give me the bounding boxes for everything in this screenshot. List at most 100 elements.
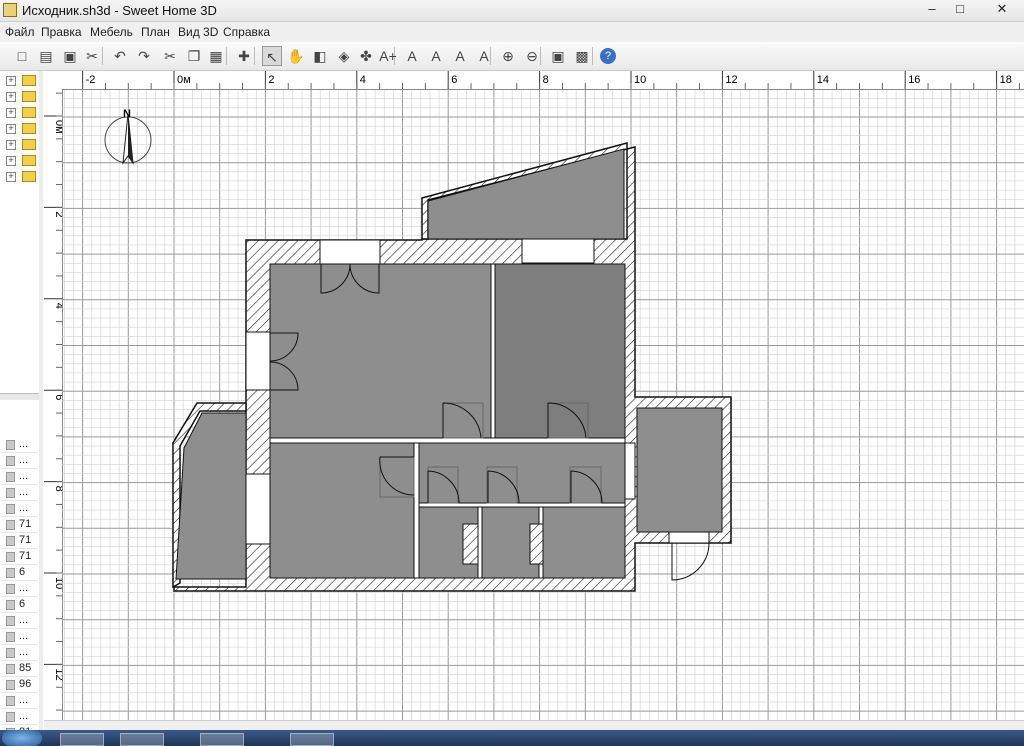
furniture-row[interactable]: ...: [2, 469, 38, 485]
room-annex: [636, 407, 723, 533]
catalog-category[interactable]: +: [2, 153, 38, 169]
furniture-row[interactable]: ...: [2, 581, 38, 597]
help-icon[interactable]: ?: [600, 48, 616, 64]
italic-text-icon[interactable]: A: [474, 46, 494, 66]
window-corridor: [624, 442, 636, 500]
save-icon[interactable]: ▣: [60, 46, 80, 66]
expand-icon[interactable]: +: [6, 76, 16, 86]
room-living: [269, 263, 492, 439]
expand-icon[interactable]: +: [6, 108, 16, 118]
ruler-top-label: 12: [725, 74, 737, 86]
photo-icon[interactable]: ▣: [548, 46, 568, 66]
video-icon[interactable]: ▩: [572, 46, 592, 66]
increase-text-icon[interactable]: A: [402, 46, 422, 66]
furniture-value: 6: [19, 566, 26, 578]
taskbar-item-2[interactable]: [120, 733, 164, 746]
maximize-button[interactable]: □: [946, 0, 974, 18]
furniture-row[interactable]: 6: [2, 597, 38, 613]
furniture-row[interactable]: ...: [2, 485, 38, 501]
folder-icon: [22, 107, 36, 118]
menu-plan[interactable]: План: [141, 25, 170, 39]
furniture-row[interactable]: ...: [2, 693, 38, 709]
window-left-living: [245, 331, 271, 391]
furniture-row[interactable]: ...: [2, 629, 38, 645]
catalog-category[interactable]: +: [2, 89, 38, 105]
paste-icon[interactable]: ▦: [206, 46, 226, 66]
menu-edit[interactable]: Правка: [41, 25, 82, 39]
select-icon[interactable]: ↖: [262, 46, 282, 66]
catalog-category[interactable]: +: [2, 105, 38, 121]
furniture-row[interactable]: ...: [2, 613, 38, 629]
catalog-category[interactable]: +: [2, 121, 38, 137]
ruler-left-label: 10: [53, 577, 62, 589]
new-icon[interactable]: □: [12, 46, 32, 66]
pan-icon[interactable]: ✋: [286, 46, 306, 66]
furniture-row[interactable]: 96: [2, 677, 38, 693]
expand-icon[interactable]: +: [6, 124, 16, 134]
cut-icon[interactable]: ✂: [160, 46, 180, 66]
taskbar-item-4[interactable]: [290, 733, 334, 746]
expand-icon[interactable]: +: [6, 156, 16, 166]
create-rooms-icon[interactable]: ◈: [334, 46, 354, 66]
redo-icon[interactable]: ↷: [134, 46, 154, 66]
ruler-top-label: 18: [1000, 74, 1012, 86]
ruler-top-label: 2: [268, 74, 274, 86]
taskbar-item-3[interactable]: [200, 733, 244, 746]
menu-3d-view[interactable]: Вид 3D: [178, 25, 218, 39]
furniture-row[interactable]: 85: [2, 661, 38, 677]
furniture-row[interactable]: 6: [2, 565, 38, 581]
preferences-icon[interactable]: ✂: [82, 46, 102, 66]
furniture-row[interactable]: 71: [2, 533, 38, 549]
taskbar-item-1[interactable]: [60, 733, 104, 746]
expand-icon[interactable]: +: [6, 92, 16, 102]
create-walls-icon[interactable]: ◧: [310, 46, 330, 66]
furniture-row[interactable]: ...: [2, 437, 38, 453]
bold-text-icon[interactable]: A: [450, 46, 470, 66]
add-furniture-icon[interactable]: ✚: [234, 46, 254, 66]
furniture-row[interactable]: ...: [2, 645, 38, 661]
vertical-splitter[interactable]: [39, 71, 43, 730]
furniture-value: ...: [19, 694, 29, 706]
create-dimensions-icon[interactable]: ✤: [356, 46, 376, 66]
menu-file[interactable]: Файл: [5, 25, 35, 39]
add-text-icon[interactable]: A+: [378, 46, 398, 66]
title-bar: Исходник.sh3d - Sweet Home 3D – □ ✕: [0, 0, 1024, 22]
close-button[interactable]: ✕: [985, 0, 1019, 18]
panel-splitter[interactable]: [0, 393, 39, 400]
furniture-icon: [6, 632, 15, 642]
room-loggia: [175, 412, 247, 580]
zoom-in-icon[interactable]: ⊕: [498, 46, 518, 66]
room-pantry: [542, 506, 626, 579]
menu-furniture[interactable]: Мебель: [90, 25, 133, 39]
undo-icon[interactable]: ↶: [110, 46, 130, 66]
furniture-icon: [6, 552, 15, 562]
start-button[interactable]: [2, 730, 42, 746]
furniture-row[interactable]: ...: [2, 501, 38, 517]
ruler-corner: [44, 71, 62, 89]
open-icon[interactable]: ▤: [36, 46, 56, 66]
minimize-button[interactable]: –: [918, 0, 946, 18]
expand-icon[interactable]: +: [6, 172, 16, 182]
furniture-row[interactable]: ...: [2, 453, 38, 469]
catalog-category[interactable]: +: [2, 73, 38, 89]
catalog-category[interactable]: +: [2, 169, 38, 185]
ruler-left-label: 12: [53, 668, 62, 680]
furniture-icon: [6, 520, 15, 530]
app-icon: [3, 3, 17, 17]
furniture-icon: [6, 440, 15, 450]
furniture-value: ...: [19, 438, 29, 450]
ruler-top: -2 0м 2 4 6 8 10 12 14 16 18: [62, 71, 1024, 90]
ruler-left-label: 8: [53, 486, 62, 492]
expand-icon[interactable]: +: [6, 140, 16, 150]
zoom-out-icon[interactable]: ⊖: [522, 46, 542, 66]
menu-help[interactable]: Справка: [223, 25, 270, 39]
catalog-category[interactable]: +: [2, 137, 38, 153]
furniture-row[interactable]: 71: [2, 549, 38, 565]
furniture-row[interactable]: 71: [2, 517, 38, 533]
plan-view[interactable]: N: [62, 90, 1024, 720]
furniture-row[interactable]: ...: [2, 709, 38, 725]
copy-icon[interactable]: ❐: [184, 46, 204, 66]
toolbar-separator: [102, 47, 103, 65]
decrease-text-icon[interactable]: A: [426, 46, 446, 66]
furniture-icon: [6, 536, 15, 546]
